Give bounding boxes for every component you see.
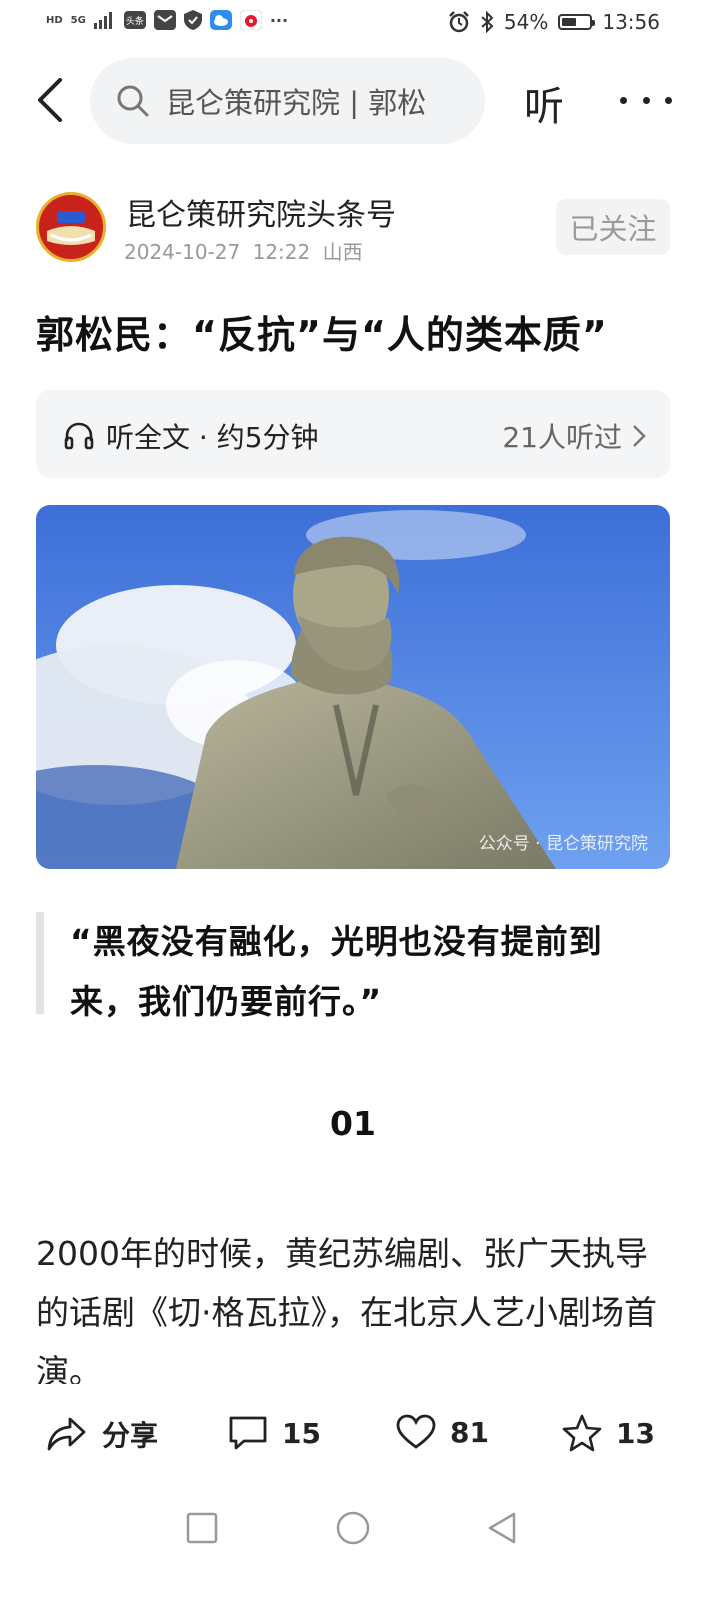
post-location: 山西 bbox=[322, 240, 363, 264]
quote-text: “黑夜没有融化，光明也没有提前到来，我们仍要前行。” bbox=[70, 922, 603, 1021]
heart-icon bbox=[396, 1414, 436, 1449]
author-name[interactable]: 昆仑策研究院头条号 bbox=[126, 190, 396, 234]
listener-count: 21人听过 bbox=[502, 421, 622, 454]
audio-label: 听全文 · 约5分钟 bbox=[106, 421, 319, 454]
home-icon[interactable] bbox=[336, 1511, 370, 1545]
comment-count: 15 bbox=[282, 1416, 321, 1450]
share-label: 分享 bbox=[102, 1419, 159, 1452]
back-button[interactable] bbox=[30, 78, 74, 122]
star-icon bbox=[562, 1414, 602, 1452]
status-bar: HD 5G 头条 ··· 54% 13:56 bbox=[0, 0, 720, 46]
image-watermark: 公众号 · 昆仑策研究院 bbox=[479, 834, 648, 854]
battery-level bbox=[562, 18, 577, 26]
post-time: 12:22 bbox=[252, 240, 311, 264]
share-icon bbox=[47, 1417, 86, 1451]
listen-button[interactable]: 听 bbox=[524, 74, 564, 132]
blockquote: “黑夜没有融化，光明也没有提前到来，我们仍要前行。” bbox=[36, 912, 670, 1021]
comment-button[interactable]: 15 bbox=[228, 1414, 321, 1452]
signal-bars-icon bbox=[93, 12, 112, 29]
statue-photo: 公众号 · 昆仑策研究院 bbox=[36, 505, 670, 869]
alarm-icon bbox=[449, 11, 469, 33]
avatar[interactable] bbox=[36, 192, 106, 262]
more-notifications-icon: ··· bbox=[269, 10, 289, 30]
comment-icon bbox=[229, 1416, 267, 1450]
weibo-app-icon bbox=[239, 10, 262, 30]
headphones-icon bbox=[64, 422, 94, 450]
system-navigation-bar bbox=[0, 1490, 720, 1600]
article-image[interactable]: 公众号 · 昆仑策研究院 bbox=[36, 505, 670, 869]
network-type: 5G bbox=[70, 14, 86, 26]
favorite-button[interactable]: 13 bbox=[562, 1414, 655, 1452]
status-left-icons: HD 5G 头条 ··· bbox=[46, 10, 288, 30]
like-button[interactable]: 81 bbox=[396, 1414, 489, 1450]
follow-button[interactable]: 已关注 bbox=[556, 199, 670, 255]
share-button[interactable]: 分享 bbox=[46, 1414, 158, 1454]
system-back-icon[interactable] bbox=[486, 1512, 518, 1544]
hd-indicator: HD bbox=[46, 14, 63, 26]
battery-percent: 54% bbox=[503, 10, 549, 34]
article-title: 郭松民：“反抗”与“人的类本质” bbox=[36, 313, 608, 357]
post-date: 2024-10-27 bbox=[124, 240, 241, 264]
status-right-icons: 54% 13:56 bbox=[448, 10, 660, 34]
clock: 13:56 bbox=[602, 10, 660, 34]
bluetooth-icon bbox=[481, 11, 494, 33]
chevron-right-icon bbox=[633, 425, 646, 447]
listen-full-article-bar[interactable]: 听全文 · 约5分钟 21人听过 bbox=[36, 390, 670, 478]
toutiao-app-icon: 头条 bbox=[123, 11, 146, 29]
search-input[interactable] bbox=[164, 83, 468, 119]
like-count: 81 bbox=[450, 1415, 489, 1449]
post-meta: 2024-10-27 12:22 山西 bbox=[124, 236, 363, 265]
recent-apps-icon[interactable] bbox=[186, 1512, 218, 1544]
back-arrow-icon bbox=[38, 78, 62, 122]
more-options-icon[interactable] bbox=[620, 82, 672, 118]
shield-app-icon bbox=[183, 10, 202, 30]
search-icon bbox=[117, 85, 149, 117]
article-body: 2000年的时候，黄纪苏编剧、张广天执导的话剧《切·格瓦拉》，在北京人艺小剧场首… bbox=[36, 1234, 657, 1384]
favorite-count: 13 bbox=[616, 1416, 655, 1450]
mail-app-icon bbox=[153, 10, 176, 30]
bottom-action-bar: 分享 15 81 13 bbox=[0, 1400, 720, 1474]
battery-icon bbox=[558, 14, 596, 30]
cloud-app-icon bbox=[209, 10, 232, 30]
section-number: 01 bbox=[330, 1104, 376, 1143]
search-bar[interactable] bbox=[90, 58, 485, 144]
